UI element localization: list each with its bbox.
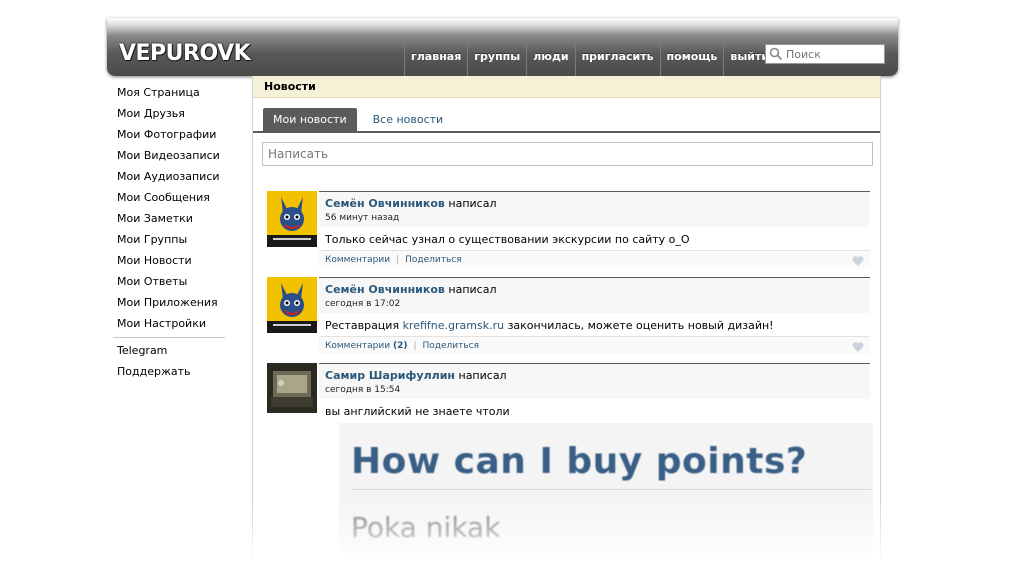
author-verb: написал bbox=[448, 197, 497, 210]
sidebar-item-notes[interactable]: Мои Заметки bbox=[117, 210, 232, 231]
nav-home[interactable]: главная bbox=[404, 36, 467, 76]
sidebar-item-telegram[interactable]: Telegram bbox=[117, 342, 232, 363]
nav-people[interactable]: люди bbox=[526, 36, 574, 76]
post-link[interactable]: krefifne.gramsk.ru bbox=[403, 319, 505, 332]
post-header: Семён Овчинников написал сегодня в 17:02 bbox=[319, 277, 870, 313]
search-input[interactable] bbox=[786, 47, 881, 61]
sidebar-item-videos[interactable]: Мои Видеозаписи bbox=[117, 147, 232, 168]
search-box bbox=[765, 44, 885, 64]
heart-icon[interactable] bbox=[852, 341, 864, 352]
post-author-line: Семён Овчинников написал bbox=[325, 197, 496, 210]
sidebar-item-messages[interactable]: Мои Сообщения bbox=[117, 189, 232, 210]
sidebar-item-news[interactable]: Мои Новости bbox=[117, 252, 232, 273]
share-link[interactable]: Поделиться bbox=[405, 255, 462, 265]
sidebar-divider bbox=[113, 337, 225, 338]
author-link[interactable]: Самир Шарифуллин bbox=[325, 369, 455, 382]
sidebar-item-groups[interactable]: Мои Группы bbox=[117, 231, 232, 252]
avatar[interactable] bbox=[267, 277, 317, 333]
news-tabs: Мои новости Все новости bbox=[263, 108, 881, 132]
post-image[interactable]: How can I buy points? Poka nikak bbox=[339, 423, 873, 553]
sidebar-item-audio[interactable]: Мои Аудиозаписи bbox=[117, 168, 232, 189]
news-post: Семён Овчинников написал сегодня в 17:02… bbox=[267, 277, 873, 355]
post-actions: Комментарии (2) | Поделиться bbox=[319, 336, 870, 354]
action-separator: | bbox=[396, 255, 400, 265]
nav-invite[interactable]: пригласить bbox=[574, 36, 660, 76]
site-logo[interactable]: VEPUROVK bbox=[119, 40, 251, 66]
page-title: Новости bbox=[253, 76, 880, 98]
post-text-after: закончилась, можете оценить новый дизайн… bbox=[504, 319, 774, 332]
search-icon bbox=[769, 47, 783, 61]
image-title: How can I buy points? bbox=[351, 441, 808, 482]
comments-count: (2) bbox=[392, 341, 408, 351]
sidebar-item-support[interactable]: Поддержать bbox=[117, 363, 232, 384]
write-post-input[interactable] bbox=[262, 142, 873, 166]
sidebar: Моя Страница Мои Друзья Мои Фотографии М… bbox=[113, 84, 232, 384]
post-text: вы английский не знаете чтоли bbox=[325, 405, 510, 418]
tab-all-news[interactable]: Все новости bbox=[363, 108, 454, 132]
author-link[interactable]: Семён Овчинников bbox=[325, 197, 445, 210]
comments-link[interactable]: Комментарии bbox=[325, 255, 390, 265]
author-verb: написал bbox=[448, 283, 497, 296]
nav-groups[interactable]: группы bbox=[467, 36, 526, 76]
post-time: сегодня в 17:02 bbox=[325, 299, 401, 309]
post-actions: Комментарии | Поделиться bbox=[319, 250, 870, 268]
author-verb: написал bbox=[458, 369, 507, 382]
post-text: Только сейчас узнал о существовании экск… bbox=[325, 233, 690, 246]
sidebar-item-apps[interactable]: Мои Приложения bbox=[117, 294, 232, 315]
image-subtitle: Poka nikak bbox=[351, 511, 501, 544]
post-time: 56 минут назад bbox=[325, 213, 400, 223]
logo-text: VEPUROVK bbox=[119, 40, 251, 66]
sidebar-item-my-page[interactable]: Моя Страница bbox=[117, 84, 232, 105]
image-divider bbox=[351, 489, 871, 490]
news-post: Семён Овчинников написал 56 минут назад … bbox=[267, 191, 873, 269]
share-link[interactable]: Поделиться bbox=[423, 341, 480, 351]
sidebar-item-photos[interactable]: Мои Фотографии bbox=[117, 126, 232, 147]
post-text: Реставрация krefifne.gramsk.ru закончила… bbox=[325, 319, 774, 332]
main-content: Новости Мои новости Все новости Семён Ов… bbox=[252, 76, 881, 573]
post-header: Семён Овчинников написал 56 минут назад bbox=[319, 191, 870, 227]
tabs-underline bbox=[253, 131, 880, 133]
sidebar-item-friends[interactable]: Мои Друзья bbox=[117, 105, 232, 126]
sidebar-item-settings[interactable]: Мои Настройки bbox=[117, 315, 232, 336]
top-nav: главная группы люди пригласить помощь вы… bbox=[404, 36, 775, 76]
avatar[interactable] bbox=[267, 363, 317, 419]
tab-my-news[interactable]: Мои новости bbox=[263, 108, 357, 132]
post-header: Самир Шарифуллин написал сегодня в 15:54 bbox=[319, 363, 870, 399]
sidebar-item-answers[interactable]: Мои Ответы bbox=[117, 273, 232, 294]
comments-label: Комментарии bbox=[325, 341, 391, 351]
action-separator: | bbox=[413, 341, 417, 351]
author-link[interactable]: Семён Овчинников bbox=[325, 283, 445, 296]
news-post: Самир Шарифуллин написал сегодня в 15:54… bbox=[267, 363, 873, 563]
comments-link[interactable]: Комментарии (2) bbox=[325, 341, 407, 351]
top-header: VEPUROVK главная группы люди пригласить … bbox=[107, 18, 898, 76]
post-author-line: Самир Шарифуллин написал bbox=[325, 369, 507, 382]
avatar[interactable] bbox=[267, 191, 317, 247]
nav-help[interactable]: помощь bbox=[659, 36, 724, 76]
post-time: сегодня в 15:54 bbox=[325, 385, 401, 395]
post-text-before: Реставрация bbox=[325, 319, 403, 332]
heart-icon[interactable] bbox=[852, 255, 864, 266]
post-author-line: Семён Овчинников написал bbox=[325, 283, 496, 296]
